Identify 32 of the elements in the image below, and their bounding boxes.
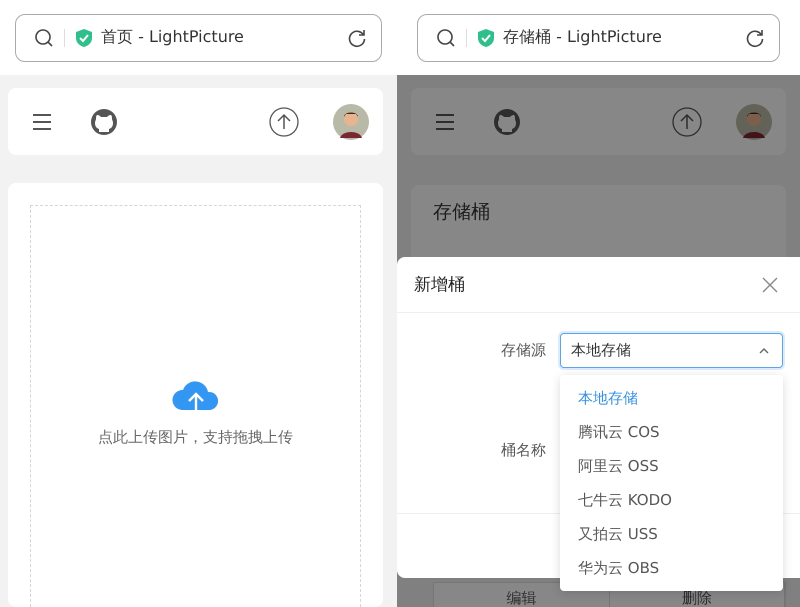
shield-check-icon <box>75 28 93 48</box>
dropdown-option[interactable]: 华为云 OBS <box>560 551 783 585</box>
reload-icon[interactable] <box>347 28 367 48</box>
menu-icon[interactable] <box>32 112 52 130</box>
upload-icon[interactable] <box>672 106 702 136</box>
address-bar[interactable]: 首页 - LightPicture <box>15 14 382 62</box>
avatar[interactable] <box>333 104 369 140</box>
avatar[interactable] <box>736 104 772 140</box>
cat-icon[interactable] <box>90 108 118 136</box>
close-icon[interactable] <box>762 276 778 292</box>
upload-icon[interactable] <box>269 106 299 136</box>
shield-check-icon <box>477 28 495 48</box>
dropdown-option[interactable]: 阿里云 OSS <box>560 449 783 483</box>
page-title: 首页 - LightPicture <box>101 27 244 48</box>
dropdown-option[interactable]: 腾讯云 COS <box>560 415 783 449</box>
caret-icon <box>758 346 770 354</box>
upload-hint: 点此上传图片，支持拖拽上传 <box>98 428 293 447</box>
search-icon <box>34 28 54 48</box>
page-heading: 存储桶 <box>433 201 490 223</box>
address-bar[interactable]: 存储桶 - LightPicture <box>417 14 780 62</box>
dialog-title: 新增桶 <box>414 274 465 296</box>
reload-icon[interactable] <box>745 28 765 48</box>
field-label: 存储源 <box>500 341 546 360</box>
upload-area[interactable]: 点此上传图片，支持拖拽上传 <box>30 205 361 607</box>
menu-icon[interactable] <box>435 112 455 130</box>
dropdown-option[interactable]: 又拍云 USS <box>560 517 783 551</box>
page-title: 存储桶 - LightPicture <box>503 27 662 48</box>
source-select[interactable]: 本地存储 <box>560 333 783 368</box>
dropdown-option[interactable]: 七牛云 KODO <box>560 483 783 517</box>
field-label: 桶名称 <box>500 441 546 460</box>
search-icon <box>436 28 456 48</box>
cat-icon[interactable] <box>493 108 521 136</box>
